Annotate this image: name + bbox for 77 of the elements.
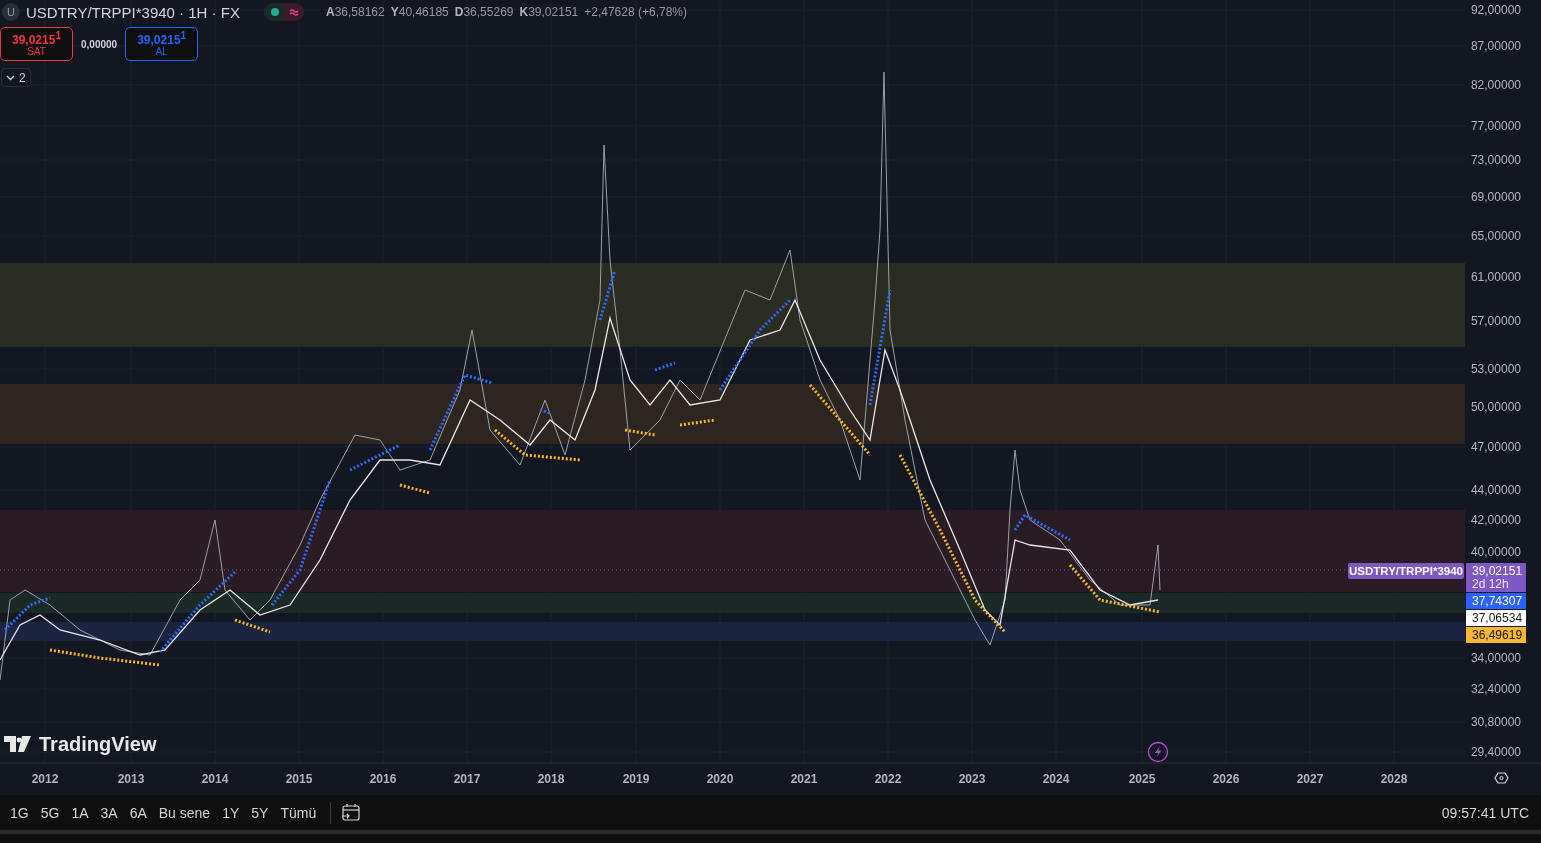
tradingview-logo: TradingView (39, 733, 157, 755)
price-axis-label: 82,00000 (1470, 78, 1521, 92)
wave-icon (288, 8, 299, 16)
range-button[interactable]: 6A (123, 798, 153, 827)
time-axis-label: 2026 (1212, 772, 1240, 786)
tradingview-logo-icon (4, 736, 31, 752)
range-button[interactable]: Tümü (274, 798, 323, 827)
time-axis-label: 2021 (790, 772, 818, 786)
time-axis-label: 2022 (874, 772, 902, 786)
time-axis-label: 2019 (622, 772, 650, 786)
time-axis-label: 2013 (117, 772, 145, 786)
price-axis-label: 50,00000 (1470, 400, 1521, 414)
range-button[interactable]: 5Y (245, 798, 275, 827)
time-axis-label: 2027 (1296, 772, 1324, 786)
price-axis-label: 92,00000 (1470, 3, 1521, 17)
settings-icon[interactable] (1494, 772, 1509, 784)
price-axis-label: 57,00000 (1470, 314, 1521, 328)
range-button[interactable]: Bu sene (152, 798, 217, 827)
price-axis-label: 53,00000 (1470, 362, 1521, 376)
price-axis-label: 47,00000 (1470, 440, 1521, 454)
trend-dots (349, 443, 401, 472)
range-button[interactable]: 3A (94, 798, 124, 827)
ohlc-value: Y40,46185 (390, 5, 449, 19)
time-axis-label: 2018 (537, 772, 565, 786)
price-tag: 39,02151 2d 12h (1466, 563, 1526, 592)
price-axis-label: 65,00000 (1470, 229, 1521, 243)
ohlc-value: K39,02151 (519, 5, 579, 19)
price-axis-label: 30,80000 (1470, 715, 1521, 729)
price-axis-label: 61,00000 (1470, 270, 1521, 284)
trend-dots (654, 361, 676, 372)
time-axis-label: 2012 (31, 772, 59, 786)
range-button[interactable]: 1G (4, 798, 35, 827)
price-change: +2,47628 (+6,78%) (584, 5, 687, 19)
price-axis-label: 44,00000 (1470, 483, 1521, 497)
time-axis-label: 2017 (453, 772, 481, 786)
range-button[interactable]: 1Y (216, 798, 246, 827)
trend-dots (624, 428, 656, 437)
buy-button[interactable]: 39,0215$^{1}$ AL (125, 27, 199, 61)
price-axis-label: 29,40000 (1470, 745, 1521, 759)
time-axis-label: 2028 (1380, 772, 1408, 786)
chevron-down-icon (6, 74, 15, 81)
range-button[interactable]: 5G (34, 798, 66, 827)
price-axis-label: 42,00000 (1470, 513, 1521, 527)
price-axis-label: 69,00000 (1470, 190, 1521, 204)
price-tag: 36,49619 (1466, 627, 1526, 643)
price-axis-label: 34,00000 (1470, 651, 1521, 665)
lightning-icon[interactable] (1147, 741, 1169, 763)
clock-time: 09:57:41 UTC (1441, 804, 1529, 821)
sell-button[interactable]: 39,0215$^{1}$ SAT (0, 27, 73, 61)
trend-dots (679, 418, 716, 427)
trend-dots (399, 483, 431, 495)
ohlc-value: D36,55269 (454, 5, 514, 19)
trend-dots (3, 596, 51, 632)
price-axis-label: 32,40000 (1470, 682, 1521, 696)
price-axis-label: 87,00000 (1470, 39, 1521, 53)
spread-value: 0,00000 (81, 38, 118, 50)
status-pill[interactable] (263, 3, 304, 21)
ohlc-value: A36,58162 (325, 5, 385, 19)
price-tag: 37,06534 (1466, 610, 1526, 626)
trend-dots (598, 269, 617, 321)
time-axis-label: 2016 (369, 772, 397, 786)
time-axis-label: 2024 (1042, 772, 1070, 786)
price-axis-label: 73,00000 (1470, 153, 1521, 167)
symbol-title[interactable]: USDTRY/TRPPI*3940 · 1H · FX (26, 3, 240, 21)
time-axis-label: 2014 (201, 772, 229, 786)
symbol-price-tag: USDTRY/TRPPI*3940 (1348, 563, 1464, 579)
time-axis-label: 2015 (285, 772, 313, 786)
price-axis-label: 77,00000 (1470, 119, 1521, 133)
price-axis-label: 40,00000 (1470, 545, 1521, 559)
indicators-toggle[interactable]: 2 (1, 68, 31, 87)
time-axis-label: 2023 (958, 772, 986, 786)
time-axis-label: 2025 (1128, 772, 1156, 786)
range-button[interactable]: 1A (65, 798, 95, 827)
price-tag: 37,74307 (1466, 593, 1526, 609)
trend-dots (1013, 513, 1071, 542)
time-axis-label: 2020 (706, 772, 734, 786)
trend-dots (539, 408, 551, 415)
